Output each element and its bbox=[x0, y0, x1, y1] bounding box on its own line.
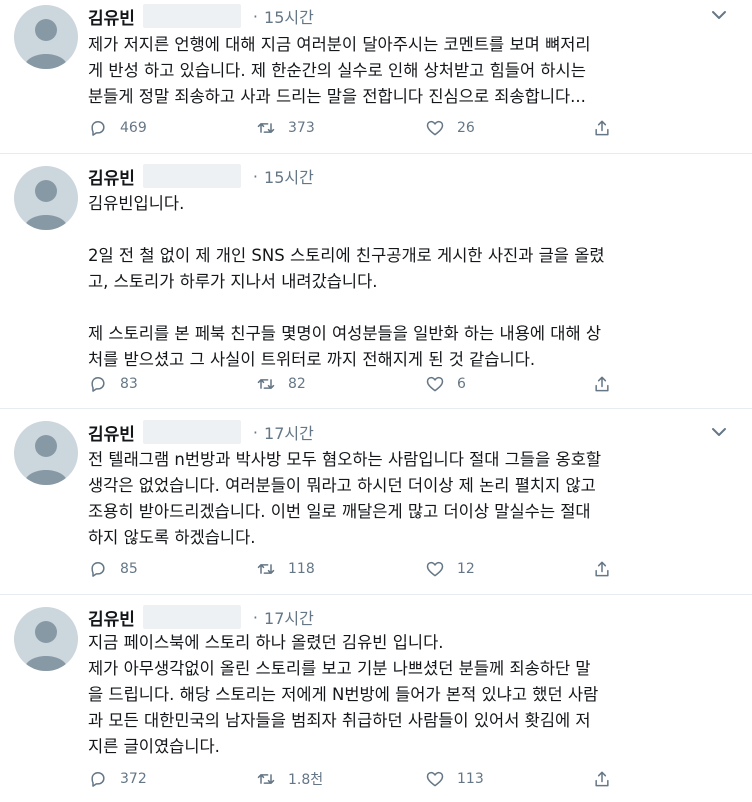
tweet-actions: 469 373 26 bbox=[88, 117, 648, 139]
retweet-button[interactable]: 373 bbox=[256, 117, 315, 139]
blurred-handle bbox=[142, 4, 241, 28]
retweet-count: 82 bbox=[288, 376, 306, 392]
default-avatar-icon[interactable] bbox=[14, 607, 78, 671]
tweet-timeline: 김유빈 · 15시간 제가 저지른 언행에 대해 지금 여러분이 달아주시는 코… bbox=[0, 0, 752, 802]
heart-icon bbox=[426, 561, 444, 577]
separator-dot: · bbox=[252, 607, 259, 627]
reply-icon bbox=[91, 772, 105, 787]
separator-dot: · bbox=[252, 422, 259, 442]
reply-icon bbox=[91, 121, 105, 136]
retweet-button[interactable]: 1.8천 bbox=[256, 768, 323, 790]
like-button[interactable]: 113 bbox=[425, 768, 484, 790]
timestamp[interactable]: 17시간 bbox=[264, 420, 314, 444]
user-name[interactable]: 김유빈 bbox=[88, 164, 135, 189]
retweet-icon bbox=[257, 123, 275, 133]
tweet-text: 제가 저지른 언행에 대해 지금 여러분이 달아주시는 코멘트를 보며 뼈저리 … bbox=[88, 35, 591, 106]
retweet-icon bbox=[257, 379, 275, 389]
tweet-actions: 372 1.8천 113 bbox=[88, 768, 648, 790]
tweet-text: 김유빈입니다. 2일 전 철 없이 제 개인 SNS 스토리에 친구공개로 게시… bbox=[88, 194, 605, 369]
reply-count: 85 bbox=[120, 561, 138, 577]
share-button[interactable] bbox=[592, 768, 624, 790]
blurred-handle bbox=[142, 420, 241, 444]
share-button[interactable] bbox=[592, 117, 624, 139]
reply-button[interactable]: 83 bbox=[88, 373, 138, 395]
like-count: 6 bbox=[457, 376, 466, 392]
reply-button[interactable]: 469 bbox=[88, 117, 147, 139]
share-icon bbox=[595, 771, 609, 787]
share-icon bbox=[595, 561, 609, 577]
retweet-icon bbox=[257, 564, 275, 574]
retweet-count: 118 bbox=[288, 561, 315, 577]
separator-dot: · bbox=[252, 6, 259, 26]
chevron-down-icon[interactable] bbox=[710, 423, 728, 441]
tweet[interactable]: 김유빈 · 15시간 김유빈입니다. 2일 전 철 없이 제 개인 SNS 스토… bbox=[0, 155, 752, 409]
heart-icon bbox=[426, 376, 444, 392]
tweet[interactable]: 김유빈 · 17시간 지금 페이스북에 스토리 하나 올렸던 김유빈 입니다. … bbox=[0, 596, 752, 802]
chevron-down-icon[interactable] bbox=[710, 6, 728, 24]
reply-count: 83 bbox=[120, 376, 138, 392]
reply-count: 372 bbox=[120, 771, 147, 787]
timestamp[interactable]: 15시간 bbox=[264, 164, 314, 188]
tweet-header: 김유빈 · 15시간 bbox=[88, 163, 314, 189]
heart-icon bbox=[426, 120, 444, 136]
tweet-header: 김유빈 · 15시간 bbox=[88, 3, 314, 29]
share-button[interactable] bbox=[592, 558, 624, 580]
tweet[interactable]: 김유빈 · 17시간 전 텔래그램 n번방과 박사방 모두 혐오하는 사람입니다… bbox=[0, 410, 752, 595]
blurred-handle bbox=[142, 605, 241, 629]
tweet-actions: 85 118 12 bbox=[88, 558, 648, 580]
tweet-text: 전 텔래그램 n번방과 박사방 모두 혐오하는 사람입니다 절대 그들을 옹호할… bbox=[88, 450, 602, 547]
share-icon bbox=[595, 376, 609, 392]
like-button[interactable]: 26 bbox=[425, 117, 475, 139]
timestamp[interactable]: 15시간 bbox=[264, 4, 314, 28]
share-icon bbox=[595, 120, 609, 136]
default-avatar-icon[interactable] bbox=[14, 166, 78, 230]
reply-button[interactable]: 85 bbox=[88, 558, 138, 580]
user-name[interactable]: 김유빈 bbox=[88, 605, 135, 630]
reply-button[interactable]: 372 bbox=[88, 768, 147, 790]
tweet-text: 지금 페이스북에 스토리 하나 올렸던 김유빈 입니다. 제가 아무생각없이 올… bbox=[88, 633, 599, 756]
tweet-header: 김유빈 · 17시간 bbox=[88, 604, 314, 630]
heart-icon bbox=[426, 771, 444, 787]
like-button[interactable]: 12 bbox=[425, 558, 475, 580]
retweet-button[interactable]: 82 bbox=[256, 373, 306, 395]
tweet[interactable]: 김유빈 · 15시간 제가 저지른 언행에 대해 지금 여러분이 달아주시는 코… bbox=[0, 0, 752, 154]
reply-icon bbox=[91, 377, 105, 392]
default-avatar-icon[interactable] bbox=[14, 5, 78, 69]
default-avatar-icon[interactable] bbox=[14, 421, 78, 485]
tweet-actions: 83 82 6 bbox=[88, 373, 648, 395]
like-count: 12 bbox=[457, 561, 475, 577]
retweet-icon bbox=[257, 774, 275, 784]
user-name[interactable]: 김유빈 bbox=[88, 420, 135, 445]
tweet-header: 김유빈 · 17시간 bbox=[88, 419, 314, 445]
reply-icon bbox=[91, 562, 105, 577]
like-button[interactable]: 6 bbox=[425, 373, 466, 395]
like-count: 26 bbox=[457, 120, 475, 136]
blurred-handle bbox=[142, 164, 241, 188]
user-name[interactable]: 김유빈 bbox=[88, 4, 135, 29]
timestamp[interactable]: 17시간 bbox=[264, 605, 314, 629]
retweet-button[interactable]: 118 bbox=[256, 558, 315, 580]
retweet-count: 373 bbox=[288, 120, 315, 136]
share-button[interactable] bbox=[592, 373, 624, 395]
separator-dot: · bbox=[252, 166, 259, 186]
retweet-count: 1.8천 bbox=[288, 772, 324, 788]
like-count: 113 bbox=[457, 771, 484, 787]
reply-count: 469 bbox=[120, 120, 147, 136]
